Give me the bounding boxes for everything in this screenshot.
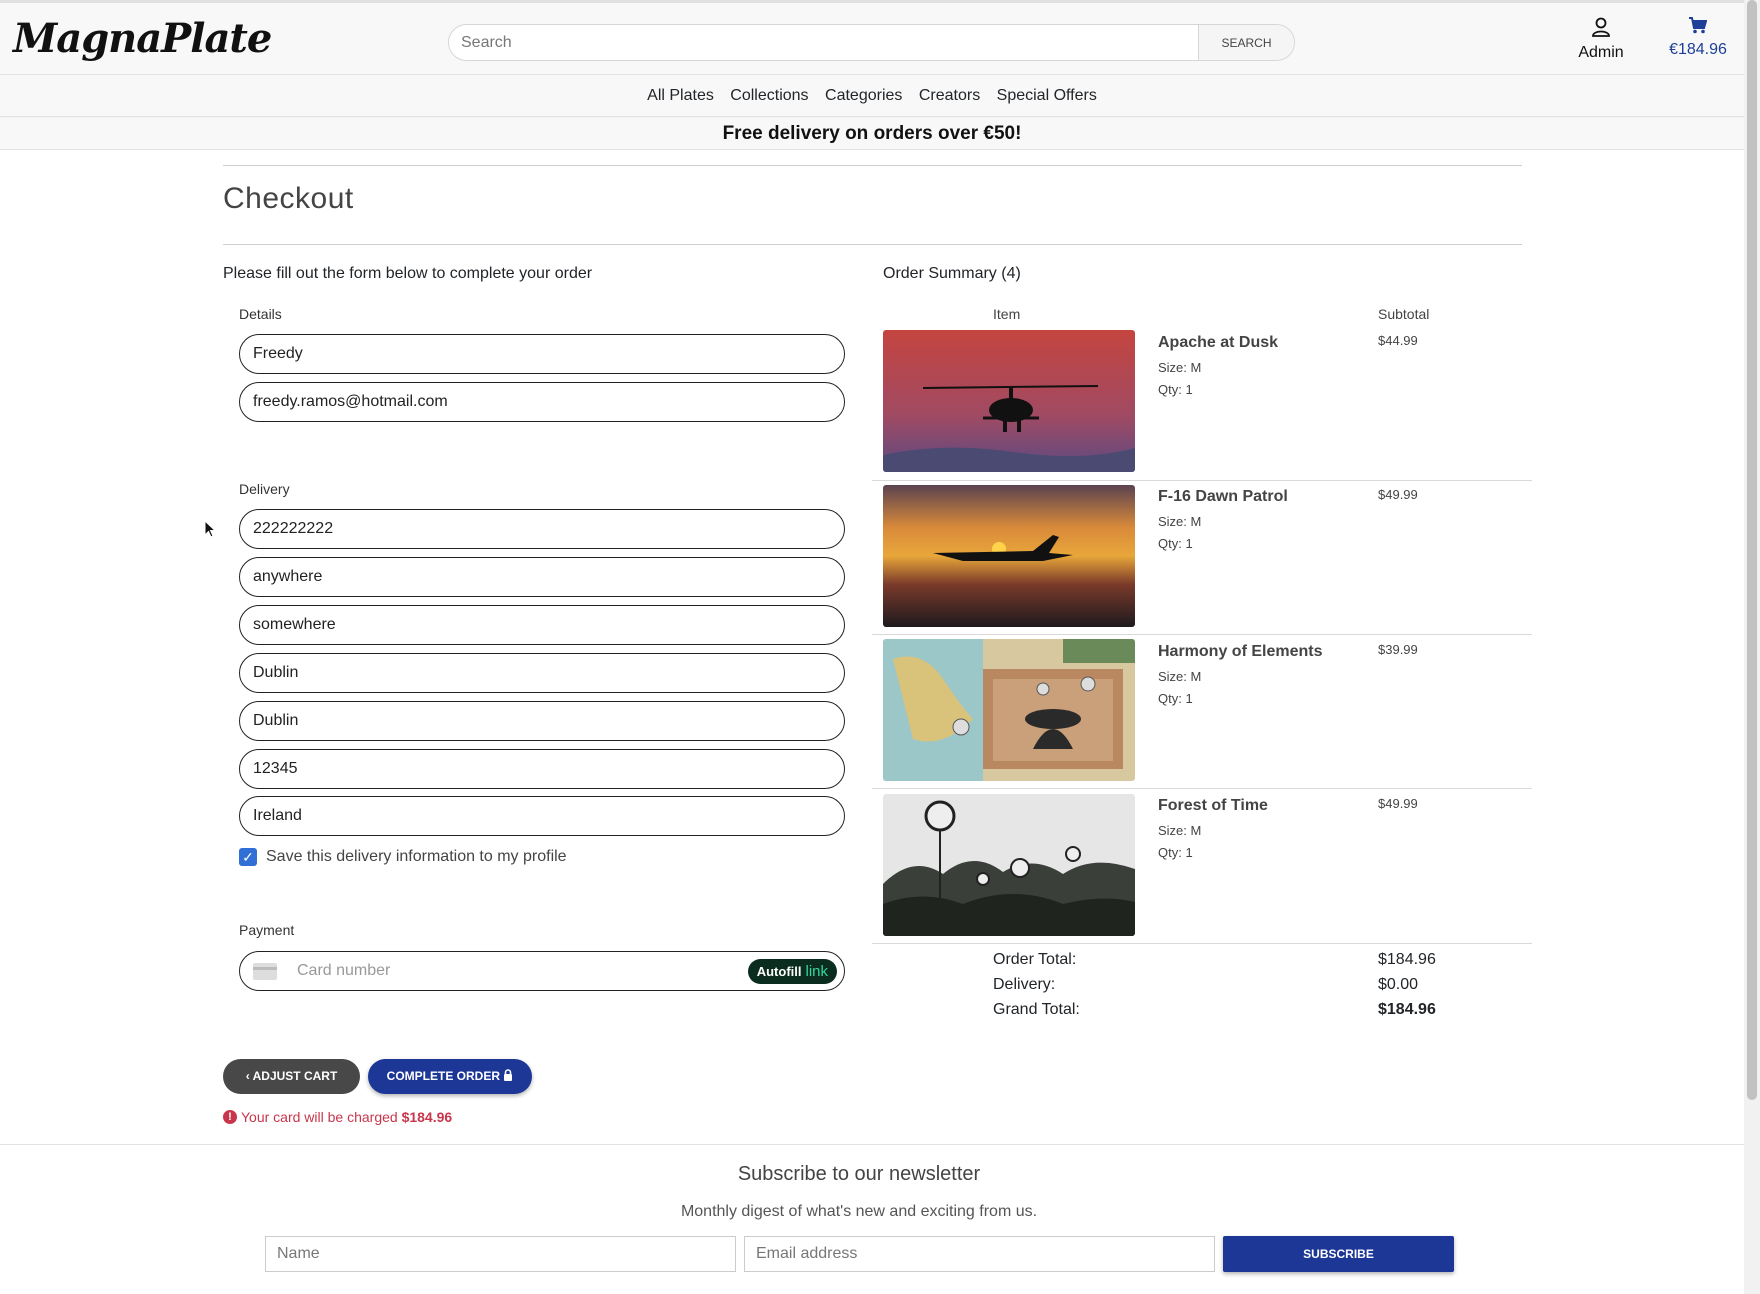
search-input[interactable]	[449, 25, 1199, 60]
payment-label: Payment	[239, 922, 295, 938]
grand-total-value: $184.96	[1378, 1001, 1436, 1018]
nav-categories[interactable]: Categories	[825, 75, 902, 117]
order-summary-title: Order Summary (4)	[883, 265, 1021, 282]
row-divider	[872, 480, 1532, 481]
nav-creators[interactable]: Creators	[919, 75, 980, 117]
search-bar: SEARCH	[448, 24, 1295, 61]
item-name[interactable]: F-16 Dawn Patrol	[1158, 488, 1288, 506]
divider	[223, 165, 1522, 166]
item-name[interactable]: Apache at Dusk	[1158, 334, 1278, 352]
product-image-f16[interactable]	[883, 485, 1135, 627]
nav-all-plates[interactable]: All Plates	[647, 75, 714, 117]
country-field[interactable]	[239, 796, 845, 836]
item-qty: Qty: 1	[1158, 382, 1193, 397]
item-name[interactable]: Forest of Time	[1158, 797, 1268, 815]
item-subtotal: $49.99	[1378, 796, 1418, 811]
grand-total-label: Grand Total:	[993, 1001, 1080, 1018]
postcode-field[interactable]	[239, 749, 845, 789]
row-divider	[872, 634, 1532, 635]
newsletter-subtitle: Monthly digest of what's new and excitin…	[680, 1203, 1038, 1220]
item-subtotal: $49.99	[1378, 487, 1418, 502]
street-address-1-field[interactable]	[239, 557, 845, 597]
charge-note-text: Your card will be charged	[241, 1109, 398, 1125]
town-field[interactable]	[239, 653, 845, 693]
form-intro: Please fill out the form below to comple…	[223, 265, 593, 282]
item-qty: Qty: 1	[1158, 845, 1193, 860]
adjust-cart-label: ADJUST CART	[252, 1069, 338, 1083]
page-scrollbar[interactable]	[1744, 0, 1760, 1294]
nav-special-offers[interactable]: Special Offers	[997, 75, 1097, 117]
item-size: Size: M	[1158, 823, 1202, 838]
newsletter-section: Subscribe to our newsletter Monthly dige…	[0, 1144, 1744, 1294]
email-field[interactable]	[239, 382, 845, 422]
chevron-left-icon: ‹	[245, 1069, 253, 1083]
newsletter-name-input[interactable]	[265, 1236, 736, 1272]
product-image-harmony[interactable]	[883, 639, 1135, 781]
mouse-cursor-icon	[204, 520, 216, 538]
site-logo[interactable]: MagnaPlate	[13, 15, 272, 62]
delivery-banner: Free delivery on orders over €50!	[0, 118, 1744, 150]
link-logo: link	[805, 963, 828, 980]
item-column-header: Item	[993, 306, 1021, 322]
item-qty: Qty: 1	[1158, 536, 1193, 551]
item-name[interactable]: Harmony of Elements	[1158, 643, 1322, 661]
item-subtotal: $44.99	[1378, 333, 1418, 348]
save-info-checkbox[interactable]: ✓	[239, 848, 257, 866]
delivery-cost-value: $0.00	[1378, 976, 1419, 993]
scrollbar-thumb[interactable]	[1747, 0, 1757, 1100]
lock-icon	[504, 1069, 513, 1081]
autofill-label: Autofill	[756, 964, 802, 979]
row-divider	[872, 788, 1532, 789]
charge-note: ! Your card will be charged $184.96	[223, 1109, 452, 1125]
order-total-label: Order Total:	[993, 951, 1077, 968]
delivery-label: Delivery	[239, 481, 290, 497]
item-meta: Size: M Qty: 1	[1158, 511, 1201, 555]
complete-order-label: COMPLETE ORDER	[386, 1069, 500, 1083]
order-total-value: $184.96	[1378, 951, 1436, 968]
item-size: Size: M	[1158, 669, 1202, 684]
item-meta: Size: M Qty: 1	[1158, 820, 1201, 864]
subscribe-button[interactable]: SUBSCRIBE	[1223, 1236, 1454, 1272]
page-title: Checkout	[223, 182, 354, 215]
item-qty: Qty: 1	[1158, 691, 1193, 706]
adjust-cart-button[interactable]: ‹ ADJUST CART	[223, 1059, 360, 1094]
nav-collections[interactable]: Collections	[730, 75, 808, 117]
details-label: Details	[239, 306, 282, 322]
divider	[223, 244, 1522, 245]
search-button[interactable]: SEARCH	[1198, 25, 1294, 60]
save-info-row: ✓ Save this delivery information to my p…	[239, 848, 567, 866]
cart-icon	[1689, 17, 1708, 34]
charge-amount: $184.96	[401, 1109, 453, 1125]
delivery-cost-label: Delivery:	[993, 976, 1056, 993]
newsletter-title: Subscribe to our newsletter	[737, 1163, 981, 1185]
row-divider	[872, 943, 1532, 944]
phone-field[interactable]	[239, 509, 845, 549]
main-nav: All Plates Collections Categories Creato…	[0, 75, 1744, 117]
card-number-field[interactable]: Card number Autofill link	[239, 951, 845, 991]
site-header: MagnaPlate SEARCH Admin €184.96	[0, 0, 1744, 75]
account-link[interactable]: Admin	[1570, 17, 1632, 62]
card-number-placeholder: Card number	[297, 962, 391, 979]
product-image-forest[interactable]	[883, 794, 1135, 936]
save-info-label[interactable]: Save this delivery information to my pro…	[266, 848, 567, 866]
cart-total: €184.96	[1669, 41, 1727, 58]
item-size: Size: M	[1158, 514, 1202, 529]
item-size: Size: M	[1158, 360, 1202, 375]
complete-order-button[interactable]: COMPLETE ORDER	[368, 1059, 532, 1094]
credit-card-icon	[253, 963, 277, 980]
newsletter-email-input[interactable]	[744, 1236, 1215, 1272]
item-meta: Size: M Qty: 1	[1158, 357, 1201, 401]
autofill-link-button[interactable]: Autofill link	[747, 959, 837, 984]
product-image-apache[interactable]	[883, 330, 1135, 472]
subtotal-column-header: Subtotal	[1378, 306, 1430, 322]
cart-link[interactable]: €184.96	[1652, 17, 1744, 59]
user-icon	[1592, 17, 1610, 37]
alert-icon: !	[223, 1110, 237, 1124]
street-address-2-field[interactable]	[239, 605, 845, 645]
item-meta: Size: M Qty: 1	[1158, 666, 1201, 710]
full-name-field[interactable]	[239, 334, 845, 374]
county-field[interactable]	[239, 701, 845, 741]
item-subtotal: $39.99	[1378, 642, 1418, 657]
account-label: Admin	[1578, 44, 1624, 61]
